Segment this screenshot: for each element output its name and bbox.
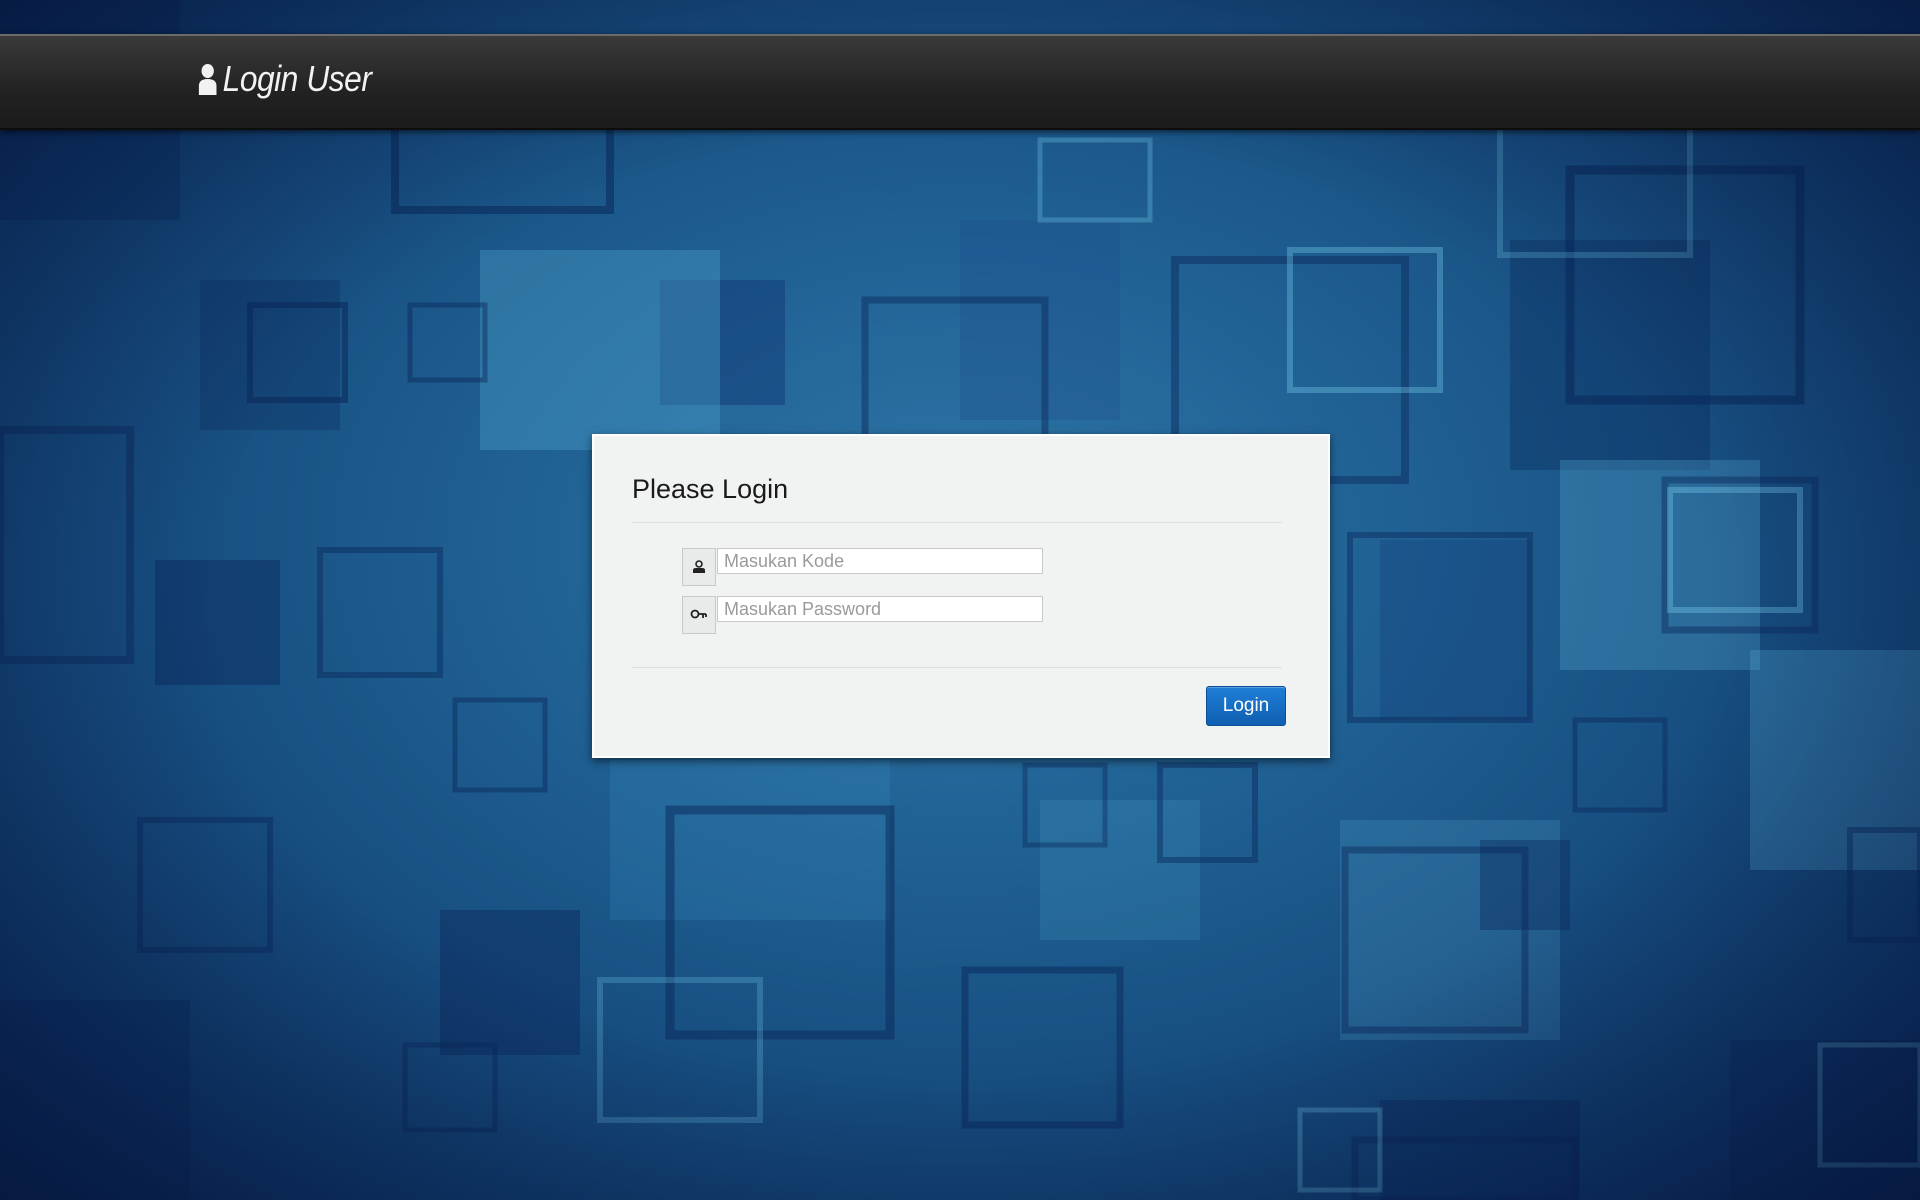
footer-divider [632, 667, 1282, 668]
brand-label: Login User [222, 58, 372, 99]
user-badge-icon [682, 548, 716, 586]
login-button[interactable]: Login [1206, 686, 1286, 726]
kode-input-group [682, 548, 1043, 586]
header-divider [632, 522, 1282, 523]
password-input[interactable] [717, 596, 1043, 622]
password-input-group [682, 596, 1043, 634]
kode-input[interactable] [717, 548, 1043, 574]
user-icon [198, 64, 217, 95]
brand[interactable]: Login User [198, 58, 372, 100]
top-navbar: Login User [0, 34, 1920, 130]
panel-title: Please Login [632, 474, 789, 504]
key-icon [682, 596, 716, 634]
login-panel: Please Login Login [592, 434, 1330, 758]
